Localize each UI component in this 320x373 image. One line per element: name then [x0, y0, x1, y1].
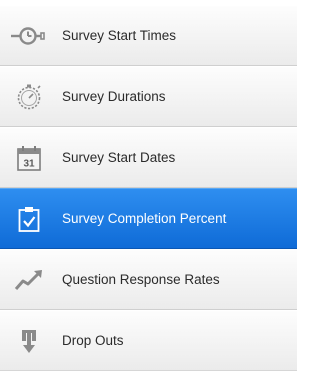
- menu-item-survey-start-times[interactable]: Survey Start Times: [0, 5, 297, 66]
- calendar-icon: 31: [2, 138, 56, 178]
- menu-item-label: Survey Completion Percent: [62, 211, 227, 226]
- menu-item-label: Survey Start Times: [62, 28, 177, 43]
- menu-item-label: Question Response Rates: [62, 272, 220, 287]
- calendar-day-number: 31: [23, 158, 35, 169]
- clipboard-check-icon: [2, 199, 56, 239]
- menu-item-question-response-rates[interactable]: Question Response Rates: [0, 249, 297, 310]
- menu-item-drop-outs[interactable]: Drop Outs: [0, 310, 297, 371]
- clock-arrow-icon: [2, 16, 56, 56]
- trend-line-icon: [2, 260, 56, 300]
- menu-item-label: Survey Durations: [62, 89, 166, 104]
- menu-item-label: Survey Start Dates: [62, 150, 176, 165]
- exit-arrow-icon: [2, 321, 56, 361]
- menu-item-label: Drop Outs: [62, 333, 124, 348]
- stopwatch-icon: [2, 77, 56, 117]
- menu-item-survey-start-dates[interactable]: 31 Survey Start Dates: [0, 127, 297, 188]
- menu-item-survey-completion-percent[interactable]: Survey Completion Percent: [0, 188, 297, 249]
- menu-item-survey-durations[interactable]: Survey Durations: [0, 66, 297, 127]
- report-menu: Survey Start Times Survey Durations 31 S…: [0, 5, 297, 371]
